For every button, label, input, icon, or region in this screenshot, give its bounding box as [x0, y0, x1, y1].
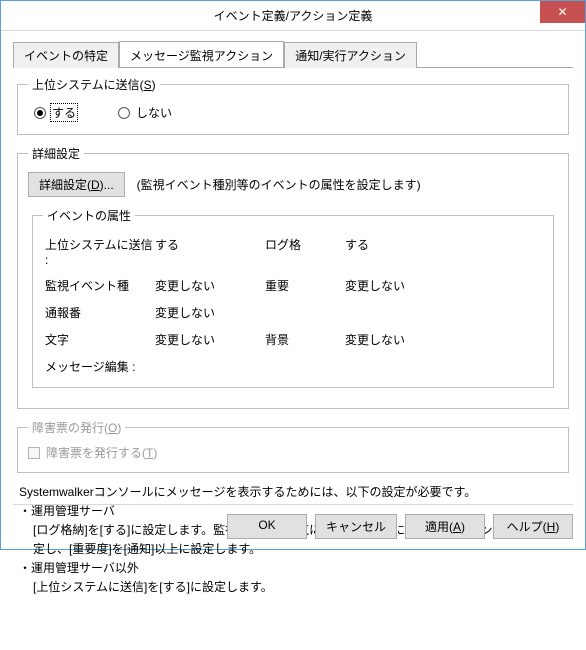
detail-legend: 詳細設定 [28, 145, 84, 162]
cancel-button[interactable]: キャンセル [315, 514, 397, 539]
attr-value: する [345, 236, 455, 267]
trouble-ticket-group: 障害票の発行(O) 障害票を発行する(T) [17, 419, 569, 473]
attr-value: 変更しない [155, 277, 265, 294]
radio-icon [34, 107, 46, 119]
tab-event-identify[interactable]: イベントの特定 [13, 42, 119, 68]
close-icon: ✕ [557, 5, 567, 19]
attr-label: 監視イベント種 [45, 277, 155, 294]
attr-value: する [155, 236, 265, 267]
radio-no-label: しない [134, 103, 174, 122]
radio-yes[interactable]: する [34, 103, 78, 122]
attr-value: 変更しない [345, 277, 455, 294]
close-button[interactable]: ✕ [540, 1, 585, 23]
event-attrs-group: イベントの属性 上位システムに送信 : する ログ格 する 監視イベント種 変更… [32, 207, 554, 388]
apply-button[interactable]: 適用(A) [405, 514, 485, 539]
checkbox-icon [28, 447, 40, 459]
send-to-upper-group: 上位システムに送信(S) する しない [17, 76, 569, 135]
detail-settings-group: 詳細設定 詳細設定(D)... (監視イベント種別等のイベントの属性を設定します… [17, 145, 569, 409]
radio-no[interactable]: しない [118, 103, 174, 122]
note-line: ・運用管理サーバ以外 [19, 559, 567, 578]
trouble-legend: 障害票の発行(O) [28, 419, 125, 436]
ok-button[interactable]: OK [227, 514, 307, 539]
attr-label: ログ格 [265, 236, 345, 267]
tab-notify-action[interactable]: 通知/実行アクション [284, 42, 417, 68]
tab-message-action[interactable]: メッセージ監視アクション [119, 41, 284, 67]
attr-value: 変更しない [345, 331, 455, 348]
attr-value: 変更しない [155, 304, 265, 321]
attr-label: 重要 [265, 277, 345, 294]
dialog-window: イベント定義/アクション定義 ✕ イベントの特定 メッセージ監視アクション 通知… [0, 0, 586, 550]
attr-label: 文字 [45, 331, 155, 348]
attr-value: 変更しない [155, 331, 265, 348]
attr-label: 上位システムに送信 : [45, 236, 155, 267]
issue-trouble-checkbox: 障害票を発行する(T) [28, 444, 157, 461]
note-line: [上位システムに送信]を[する]に設定します。 [33, 578, 567, 597]
radio-icon [118, 107, 130, 119]
dialog-buttons: OK キャンセル 適用(A) ヘルプ(H) [227, 514, 573, 539]
titlebar: イベント定義/アクション定義 ✕ [1, 1, 585, 31]
attr-label: メッセージ編集 : [45, 358, 455, 375]
tab-bar: イベントの特定 メッセージ監視アクション 通知/実行アクション [13, 41, 573, 68]
note-line: Systemwalkerコンソールにメッセージを表示するためには、以下の設定が必… [19, 483, 567, 502]
dialog-body: イベントの特定 メッセージ監視アクション 通知/実行アクション 上位システムに送… [1, 31, 585, 650]
radio-yes-label: する [50, 103, 78, 122]
notes-block: Systemwalkerコンソールにメッセージを表示するためには、以下の設定が必… [19, 483, 567, 598]
send-radio-row: する しない [28, 101, 558, 124]
send-legend: 上位システムに送信(S) [28, 76, 160, 93]
attrs-grid: 上位システムに送信 : する ログ格 する 監視イベント種 変更しない 重要 変… [45, 236, 541, 375]
help-button[interactable]: ヘルプ(H) [493, 514, 573, 539]
attrs-legend: イベントの属性 [43, 207, 135, 224]
detail-hint: (監視イベント種別等のイベントの属性を設定します) [137, 176, 421, 193]
checkbox-label: 障害票を発行する(T) [46, 444, 157, 461]
attr-label: 背景 [265, 331, 345, 348]
attr-label: 通報番 [45, 304, 155, 321]
detail-settings-button[interactable]: 詳細設定(D)... [28, 172, 125, 197]
window-title: イベント定義/アクション定義 [214, 7, 373, 24]
separator [13, 504, 573, 505]
